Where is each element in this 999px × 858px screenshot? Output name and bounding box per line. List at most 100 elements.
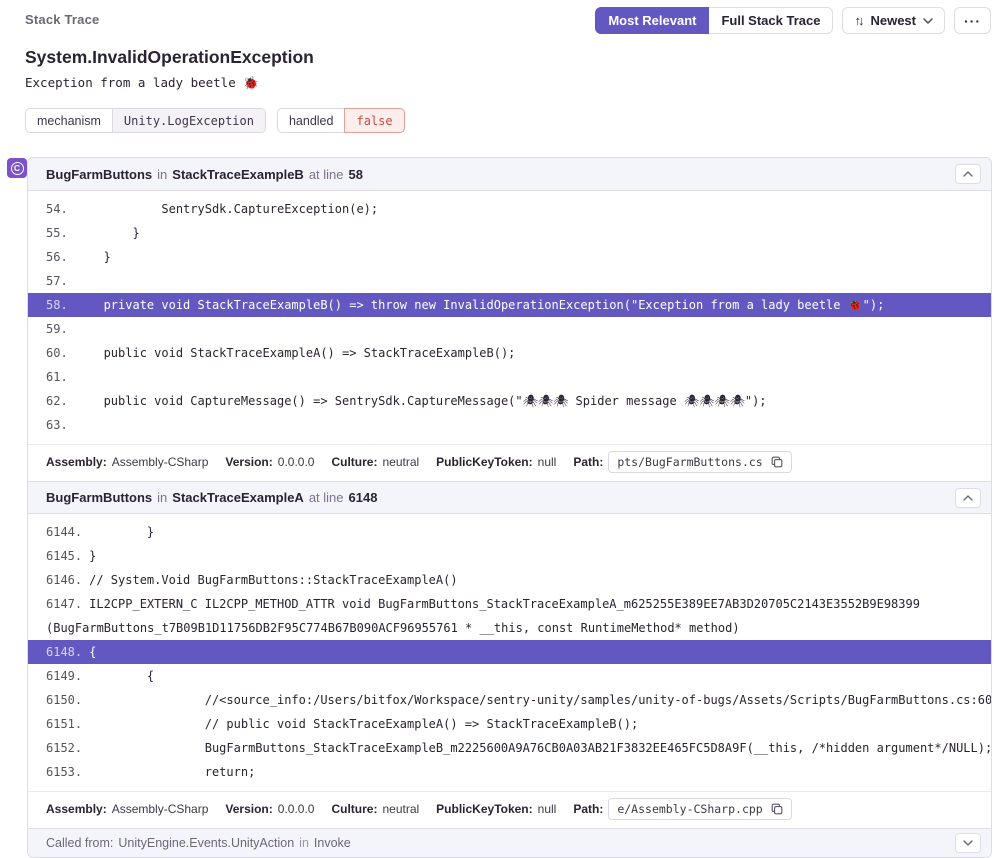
culture-label: Culture: bbox=[331, 455, 377, 469]
exception-message: Exception from a lady beetle 🐞 bbox=[0, 75, 999, 91]
line-number: 55. bbox=[46, 226, 68, 240]
tag-mechanism[interactable]: mechanism Unity.LogException bbox=[25, 108, 266, 133]
frame-module: BugFarmButtons bbox=[46, 490, 152, 505]
line-number: 61. bbox=[46, 370, 68, 384]
frame-meta-2: Assembly:Assembly-CSharp Version:0.0.0.0… bbox=[28, 791, 991, 828]
sort-label: Newest bbox=[870, 13, 916, 28]
collapse-frame-button[interactable] bbox=[955, 164, 981, 184]
assembly-label: Assembly: bbox=[46, 455, 107, 469]
code-line: 63. bbox=[28, 413, 991, 437]
code-text: public void CaptureMessage() => SentrySd… bbox=[75, 394, 767, 408]
frame-header-2[interactable]: BugFarmButtons in StackTraceExampleA at … bbox=[28, 481, 991, 514]
copy-path-button[interactable] bbox=[771, 456, 783, 468]
called-from-label: Called from: bbox=[46, 836, 113, 850]
code-text: //<source_info:/Users/bitfox/Workspace/s… bbox=[89, 693, 991, 707]
tag-handled[interactable]: handled false bbox=[277, 108, 405, 133]
code-text: // public void StackTraceExampleA() => S… bbox=[89, 717, 638, 731]
code-text: public void StackTraceExampleA() => Stac… bbox=[75, 346, 516, 360]
line-number: 6150. bbox=[46, 693, 82, 707]
code-text: } bbox=[75, 226, 140, 240]
line-number: 6149. bbox=[46, 669, 82, 683]
frame-header-1[interactable]: BugFarmButtons in StackTraceExampleB at … bbox=[28, 158, 991, 191]
code-line: 59. bbox=[28, 317, 991, 341]
caller-function: Invoke bbox=[314, 836, 351, 850]
line-number: 6151. bbox=[46, 717, 82, 731]
frame-function: StackTraceExampleA bbox=[172, 490, 304, 505]
code-text: IL2CPP_EXTERN_C IL2CPP_METHOD_ATTR void … bbox=[46, 597, 927, 635]
expand-frame-button[interactable] bbox=[955, 833, 981, 853]
line-number: 6147. bbox=[46, 597, 82, 611]
caller-module: UnityEngine.Events.UnityAction bbox=[118, 836, 294, 850]
code-text: { bbox=[89, 669, 154, 683]
sort-dropdown[interactable]: ↑↓ Newest bbox=[842, 7, 945, 34]
code-text: } bbox=[75, 250, 111, 264]
path-value: e/Assembly-CSharp.cpp bbox=[617, 802, 762, 816]
culture-value: neutral bbox=[382, 455, 419, 469]
most-relevant-button[interactable]: Most Relevant bbox=[595, 7, 709, 34]
path-label: Path: bbox=[573, 802, 603, 816]
line-number: 6146. bbox=[46, 573, 82, 587]
line-number: 63. bbox=[46, 418, 68, 432]
topbar: Stack Trace Most Relevant Full Stack Tra… bbox=[0, 0, 999, 34]
code-line: 56. } bbox=[28, 245, 991, 269]
code-line: 57. bbox=[28, 269, 991, 293]
code-block-2: 6144. } 6145.} 6146. // System.Void BugFa… bbox=[28, 514, 991, 791]
code-block-1: 54. SentrySdk.CaptureException(e); 55. }… bbox=[28, 191, 991, 444]
line-number: 56. bbox=[46, 250, 68, 264]
code-line: 61. bbox=[28, 365, 991, 389]
code-text: return; bbox=[89, 765, 255, 779]
more-options-button[interactable]: ··· bbox=[954, 7, 991, 34]
frame-line-number: 58 bbox=[349, 167, 363, 182]
copy-path-button[interactable] bbox=[771, 803, 783, 815]
publickeytoken-label: PublicKeyToken: bbox=[436, 802, 532, 816]
chevron-up-icon bbox=[963, 495, 973, 501]
tag-value-error: false bbox=[344, 108, 404, 133]
culture-value: neutral bbox=[382, 802, 419, 816]
code-line: 6145.} bbox=[28, 544, 991, 568]
code-text: SentrySdk.CaptureException(e); bbox=[75, 202, 378, 216]
frame-in-label: in bbox=[157, 167, 167, 182]
line-number: 6144. bbox=[46, 525, 82, 539]
path-label: Path: bbox=[573, 455, 603, 469]
section-title: Stack Trace bbox=[25, 7, 99, 27]
path-value: pts/BugFarmButtons.cs bbox=[617, 455, 762, 469]
code-line: 60. public void StackTraceExampleA() => … bbox=[28, 341, 991, 365]
active-code-line: 6148. { bbox=[28, 640, 991, 664]
active-code-line: 58. private void StackTraceExampleB() =>… bbox=[28, 293, 991, 317]
version-value: 0.0.0.0 bbox=[278, 455, 315, 469]
code-text: { bbox=[89, 645, 96, 659]
version-label: Version: bbox=[225, 455, 272, 469]
full-stack-trace-button[interactable]: Full Stack Trace bbox=[709, 7, 833, 34]
exception-type-title: System.InvalidOperationException bbox=[0, 47, 999, 68]
frame-at-line-label: at line bbox=[309, 167, 344, 182]
line-number: 62. bbox=[46, 394, 68, 408]
line-number: 6148. bbox=[46, 645, 82, 659]
sort-arrows-icon: ↑↓ bbox=[854, 13, 861, 28]
tags-row: mechanism Unity.LogException handled fal… bbox=[0, 108, 999, 133]
called-from-row[interactable]: Called from: UnityEngine.Events.UnityAct… bbox=[28, 828, 991, 857]
publickeytoken-value: null bbox=[538, 455, 557, 469]
version-value: 0.0.0.0 bbox=[278, 802, 315, 816]
chevron-down-icon bbox=[923, 18, 933, 24]
frame-at-line-label: at line bbox=[309, 490, 344, 505]
line-number: 54. bbox=[46, 202, 68, 216]
code-line: 6146. // System.Void BugFarmButtons::Stac… bbox=[28, 568, 991, 592]
copy-icon bbox=[771, 803, 783, 815]
code-line: 6152. BugFarmButtons_StackTraceExampleB_… bbox=[28, 736, 991, 760]
code-text: BugFarmButtons_StackTraceExampleB_m22256… bbox=[89, 741, 991, 755]
tag-value: Unity.LogException bbox=[112, 109, 265, 132]
line-number: 58. bbox=[46, 298, 68, 312]
publickeytoken-label: PublicKeyToken: bbox=[436, 455, 532, 469]
frame-in-label: in bbox=[157, 490, 167, 505]
code-text: // System.Void BugFarmButtons::StackTrac… bbox=[89, 573, 457, 587]
collapse-frame-button[interactable] bbox=[955, 488, 981, 508]
frame-function: StackTraceExampleB bbox=[172, 167, 304, 182]
chevron-up-icon bbox=[963, 171, 973, 177]
code-line: 62. public void CaptureMessage() => Sent… bbox=[28, 389, 991, 413]
code-line: 6149. { bbox=[28, 664, 991, 688]
code-text: } bbox=[89, 549, 96, 563]
line-number: 6153. bbox=[46, 765, 82, 779]
path-value-box: pts/BugFarmButtons.cs bbox=[608, 451, 791, 473]
frame-line-number: 6148 bbox=[349, 490, 378, 505]
assembly-value: Assembly-CSharp bbox=[112, 455, 209, 469]
